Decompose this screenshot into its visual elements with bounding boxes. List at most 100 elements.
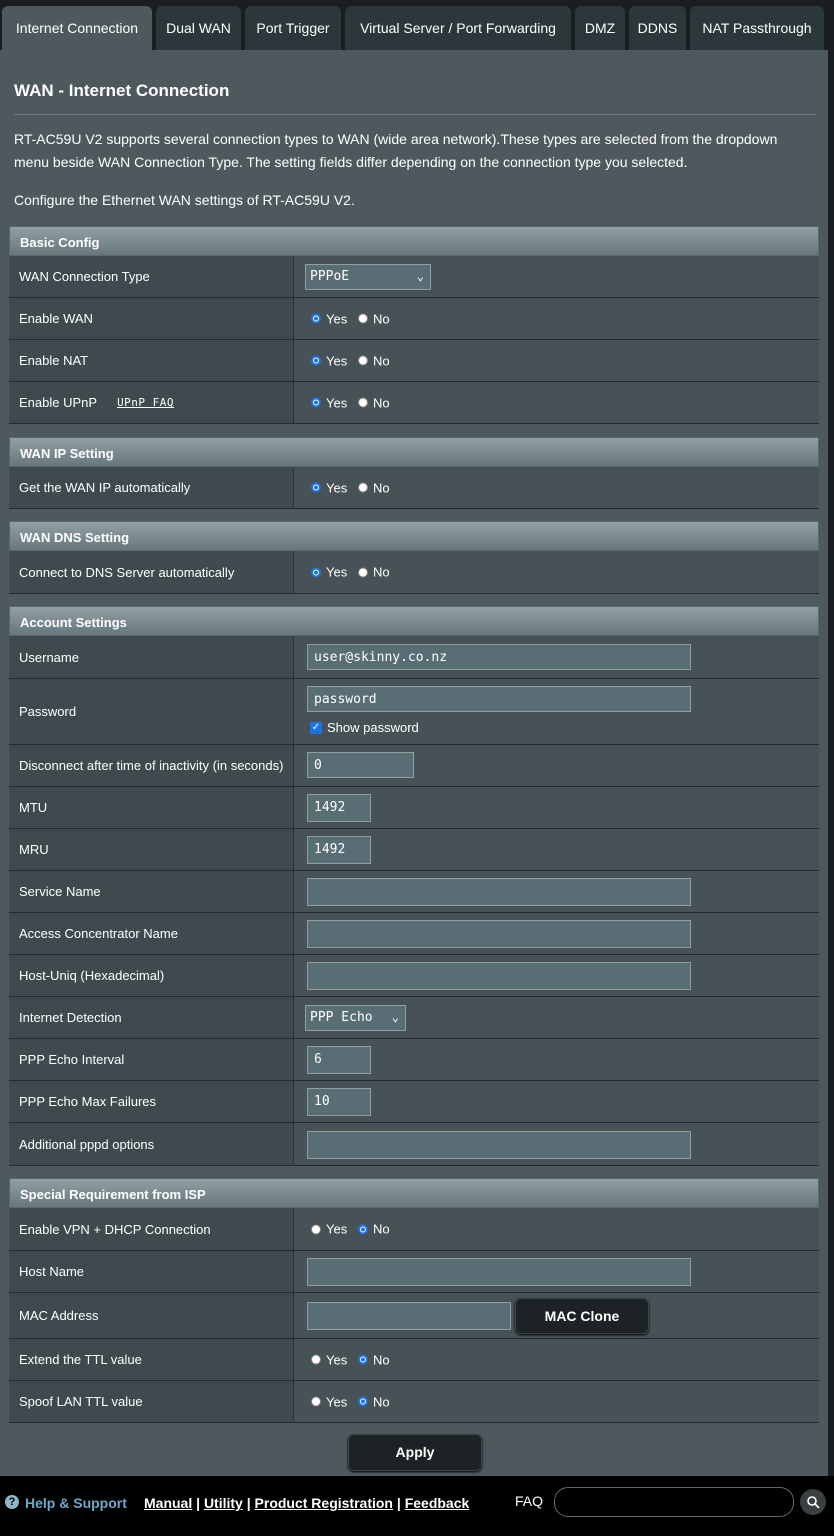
- help-icon: ?: [5, 1495, 19, 1509]
- row-service-name: Service Name: [9, 871, 819, 913]
- host-name-input[interactable]: [307, 1258, 691, 1286]
- faq-search-input[interactable]: [554, 1487, 794, 1517]
- row-label: Spoof LAN TTL value: [9, 1381, 293, 1422]
- search-button[interactable]: [800, 1489, 826, 1515]
- enable-upnp-no-radio[interactable]: No: [358, 395, 390, 410]
- username-input[interactable]: user@skinny.co.nz: [307, 644, 691, 670]
- internet-detection-select[interactable]: PPP Echo ⌄: [305, 1005, 406, 1031]
- row-label: MTU: [9, 787, 293, 828]
- tab-dual-wan[interactable]: Dual WAN: [156, 6, 241, 50]
- section-account-settings: Account Settings: [9, 606, 819, 636]
- tab-port-trigger[interactable]: Port Trigger: [245, 6, 341, 50]
- utility-link[interactable]: Utility: [204, 1495, 243, 1511]
- chevron-down-icon: ⌄: [391, 1010, 399, 1024]
- row-label: Internet Detection: [9, 997, 293, 1038]
- row-idle-timeout: Disconnect after time of inactivity (in …: [9, 745, 819, 787]
- title-divider: [14, 114, 816, 115]
- spoof-ttl-yes-radio[interactable]: Yes: [311, 1394, 347, 1409]
- vpn-dhcp-yes-radio[interactable]: Yes: [311, 1222, 347, 1237]
- enable-nat-no-radio[interactable]: No: [358, 353, 390, 368]
- upnp-faq-link[interactable]: UPnP FAQ: [117, 396, 174, 409]
- page-description: RT-AC59U V2 supports several connection …: [14, 131, 778, 170]
- row-label: Enable UPnP UPnP FAQ: [9, 382, 293, 423]
- enable-wan-no-radio[interactable]: No: [358, 311, 390, 326]
- show-password-checkbox[interactable]: ✓ Show password: [310, 720, 419, 735]
- row-wan-ip-auto: Get the WAN IP automatically Yes No: [9, 467, 819, 509]
- row-label: Host-Uniq (Hexadecimal): [9, 955, 293, 996]
- row-label: Get the WAN IP automatically: [9, 467, 293, 508]
- wan-ip-auto-no-radio[interactable]: No: [358, 480, 390, 495]
- idle-timeout-input[interactable]: 0: [307, 752, 414, 778]
- section-wan-ip-setting: WAN IP Setting: [9, 437, 819, 467]
- row-dns-auto: Connect to DNS Server automatically Yes …: [9, 551, 819, 594]
- tab-ddns[interactable]: DDNS: [629, 6, 686, 50]
- row-label: Extend the TTL value: [9, 1339, 293, 1380]
- echo-max-failures-input[interactable]: 10: [307, 1088, 371, 1116]
- wan-ip-auto-yes-radio[interactable]: Yes: [311, 480, 347, 495]
- footer-links: Manual | Utility | Product Registration …: [144, 1495, 470, 1511]
- row-host-uniq: Host-Uniq (Hexadecimal): [9, 955, 819, 997]
- vpn-dhcp-no-radio[interactable]: No: [358, 1222, 390, 1237]
- row-enable-nat: Enable NAT Yes No: [9, 340, 819, 382]
- host-uniq-input[interactable]: [307, 962, 691, 990]
- row-enable-wan: Enable WAN Yes No: [9, 298, 819, 340]
- row-label: Service Name: [9, 871, 293, 912]
- dns-auto-yes-radio[interactable]: Yes: [311, 565, 347, 580]
- tab-nat-passthrough[interactable]: NAT Passthrough: [690, 6, 824, 50]
- help-support-link[interactable]: Help & Support: [25, 1495, 127, 1511]
- mru-input[interactable]: 1492: [307, 836, 371, 864]
- tab-virtual-server[interactable]: Virtual Server / Port Forwarding: [345, 6, 571, 50]
- configure-text: Configure the Ethernet WAN settings of R…: [14, 192, 355, 208]
- enable-nat-yes-radio[interactable]: Yes: [311, 353, 347, 368]
- row-vpn-dhcp: Enable VPN + DHCP Connection Yes No: [9, 1208, 819, 1251]
- tab-internet-connection[interactable]: Internet Connection: [2, 6, 152, 50]
- row-echo-max-failures: PPP Echo Max Failures 10: [9, 1081, 819, 1123]
- row-enable-upnp: Enable UPnP UPnP FAQ Yes No: [9, 382, 819, 424]
- mtu-input[interactable]: 1492: [307, 794, 371, 822]
- row-access-concentrator: Access Concentrator Name: [9, 913, 819, 955]
- password-input[interactable]: password: [307, 686, 691, 712]
- service-name-input[interactable]: [307, 878, 691, 906]
- row-label: MAC Address: [9, 1293, 293, 1338]
- mac-address-input[interactable]: [307, 1302, 511, 1330]
- product-registration-link[interactable]: Product Registration: [255, 1495, 393, 1511]
- row-label: PPP Echo Max Failures: [9, 1081, 293, 1122]
- row-spoof-ttl: Spoof LAN TTL value Yes No: [9, 1381, 819, 1423]
- row-label: Host Name: [9, 1251, 293, 1292]
- section-wan-dns-setting: WAN DNS Setting: [9, 521, 819, 551]
- manual-link[interactable]: Manual: [144, 1495, 192, 1511]
- echo-interval-input[interactable]: 6: [307, 1046, 371, 1074]
- row-mac-address: MAC Address MAC Clone: [9, 1293, 819, 1339]
- wan-connection-type-select[interactable]: PPPoE ⌄: [305, 264, 431, 290]
- section-isp-requirements: Special Requirement from ISP: [9, 1178, 819, 1208]
- row-host-name: Host Name: [9, 1251, 819, 1293]
- row-username: Username user@skinny.co.nz: [9, 636, 819, 679]
- row-extend-ttl: Extend the TTL value Yes No: [9, 1339, 819, 1381]
- extend-ttl-no-radio[interactable]: No: [358, 1352, 390, 1367]
- enable-upnp-yes-radio[interactable]: Yes: [311, 395, 347, 410]
- row-label: Username: [9, 636, 293, 678]
- faq-label: FAQ: [515, 1493, 544, 1509]
- enable-wan-yes-radio[interactable]: Yes: [311, 311, 347, 326]
- pppd-options-input[interactable]: [307, 1131, 691, 1159]
- extend-ttl-yes-radio[interactable]: Yes: [311, 1352, 347, 1367]
- row-label: PPP Echo Interval: [9, 1039, 293, 1080]
- row-label: Enable NAT: [9, 340, 293, 381]
- row-label: WAN Connection Type: [9, 256, 293, 297]
- row-wan-connection-type: WAN Connection Type PPPoE ⌄: [9, 256, 819, 298]
- row-label: Password: [9, 679, 293, 744]
- search-icon: [807, 1496, 820, 1509]
- section-basic-config: Basic Config: [9, 226, 819, 256]
- access-concentrator-input[interactable]: [307, 920, 691, 948]
- tab-dmz[interactable]: DMZ: [575, 6, 625, 50]
- tab-bar: Internet Connection Dual WAN Port Trigge…: [0, 0, 834, 50]
- dns-auto-no-radio[interactable]: No: [358, 565, 390, 580]
- checkmark-icon: ✓: [310, 721, 322, 734]
- spoof-ttl-no-radio[interactable]: No: [358, 1394, 390, 1409]
- page-title: WAN - Internet Connection: [14, 81, 230, 100]
- row-mtu: MTU 1492: [9, 787, 819, 829]
- mac-clone-button[interactable]: MAC Clone: [515, 1298, 649, 1334]
- apply-button[interactable]: Apply: [348, 1434, 482, 1471]
- chevron-down-icon: ⌄: [416, 269, 424, 283]
- feedback-link[interactable]: Feedback: [405, 1495, 470, 1511]
